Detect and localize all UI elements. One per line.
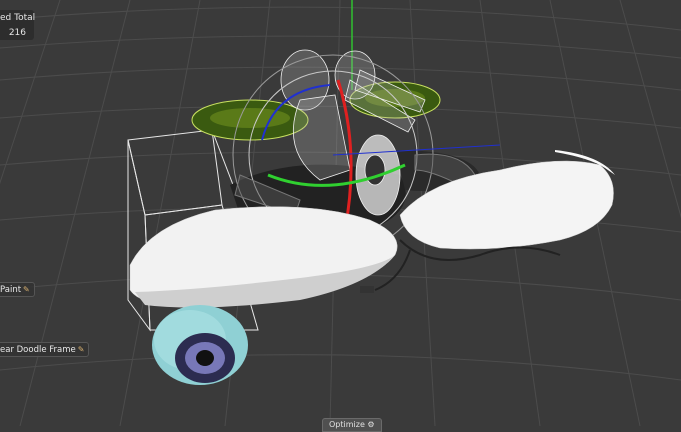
layer-tag-doodle-frame[interactable]: ear Doodle Frame ✎	[0, 342, 90, 357]
brush-icon: ✎	[77, 345, 85, 354]
wing-left	[129, 206, 398, 308]
layer-tag-label: Paint	[0, 285, 22, 295]
stats-panel: ed Total 216	[0, 10, 36, 40]
propeller-left	[191, 99, 309, 141]
layer-tag-label: ear Doodle Frame	[0, 345, 76, 355]
layer-tag-paint[interactable]: Paint ✎	[0, 282, 35, 297]
stats-label: ed Total	[0, 13, 36, 23]
plug	[360, 286, 374, 293]
optimize-label: Optimize	[329, 420, 365, 429]
gear-icon: ⚙	[367, 420, 375, 429]
scene-canvas[interactable]	[0, 0, 681, 426]
optimize-button[interactable]: Optimize ⚙	[322, 418, 382, 432]
brush-icon: ✎	[23, 285, 30, 294]
stats-value: 216	[8, 28, 26, 38]
eye-sphere	[152, 305, 248, 385]
3d-viewport[interactable]	[0, 0, 681, 426]
